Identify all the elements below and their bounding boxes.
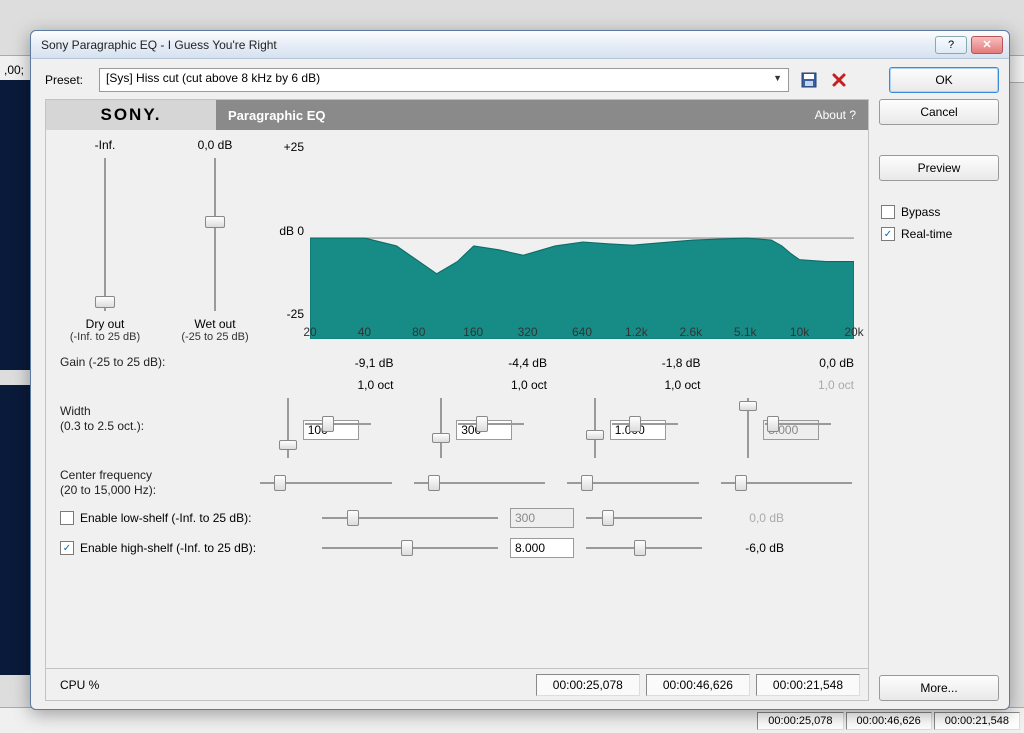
footer-time: 00:00:21,548 xyxy=(756,674,860,696)
graph-x-axis: 2040801603206401.2k2.6k5.1k10k20k xyxy=(310,325,854,343)
realtime-checkbox[interactable]: ✓ xyxy=(881,227,895,241)
bypass-checkbox[interactable] xyxy=(881,205,895,219)
realtime-row: ✓ Real-time xyxy=(879,227,999,241)
wet-out-range: (-25 to 25 dB) xyxy=(181,331,248,343)
center-freq-label: Center frequency (20 to 15,000 Hz): xyxy=(60,468,240,498)
slider-thumb[interactable] xyxy=(205,216,225,228)
help-button[interactable]: ? xyxy=(935,36,967,54)
preset-value: [Sys] Hiss cut (cut above 8 kHz by 6 dB) xyxy=(106,71,320,85)
bypass-label: Bypass xyxy=(901,205,940,219)
band2-center-freq-slider[interactable] xyxy=(412,475,548,491)
high-shelf-freq-input[interactable] xyxy=(510,538,574,558)
more-button[interactable]: More... xyxy=(879,675,999,701)
low-shelf-freq-slider[interactable] xyxy=(320,510,500,526)
brand-logo: SONY. xyxy=(46,100,216,130)
eq-curve-svg xyxy=(310,138,854,339)
wet-out-slider[interactable] xyxy=(205,154,225,315)
titlebar[interactable]: Sony Paragraphic EQ - I Guess You're Rig… xyxy=(31,31,1009,59)
bg-status-strip: 00:00:25,078 00:00:46,626 00:00:21,548 xyxy=(0,707,1024,733)
graph-y-axis: +25 dB 0 -25 xyxy=(272,138,310,343)
band3-controls: 1,0 oct xyxy=(565,378,701,460)
band3-center-freq-slider[interactable] xyxy=(565,475,701,491)
band1-controls: 1,0 oct xyxy=(258,378,394,460)
band1-gain-value: -9,1 dB xyxy=(258,356,394,370)
close-button[interactable]: ✕ xyxy=(971,36,1003,54)
cpu-label: CPU % xyxy=(54,678,530,692)
plugin-header: SONY. Paragraphic EQ About ? xyxy=(46,100,868,130)
footer-time: 00:00:46,626 xyxy=(646,674,750,696)
band3-gain-value: -1,8 dB xyxy=(565,356,701,370)
low-shelf-row: Enable low-shelf (-Inf. to 25 dB): 0,0 d… xyxy=(60,508,854,528)
delete-preset-icon[interactable] xyxy=(829,70,849,90)
width-label: Width (0.3 to 2.5 oct.): xyxy=(60,404,240,434)
realtime-label: Real-time xyxy=(901,227,952,241)
high-shelf-label: Enable high-shelf (-Inf. to 25 dB): xyxy=(80,541,256,555)
bg-status-time: 00:00:46,626 xyxy=(846,712,932,730)
bg-status-time: 00:00:21,548 xyxy=(934,712,1020,730)
band4-gain-slider[interactable] xyxy=(739,396,757,460)
panel-footer: CPU % 00:00:25,078 00:00:46,626 00:00:21… xyxy=(46,668,868,700)
save-preset-icon[interactable] xyxy=(799,70,819,90)
band3-gain-slider[interactable] xyxy=(586,396,604,460)
right-buttons: Cancel Preview Bypass ✓ Real-time More..… xyxy=(879,99,999,701)
dry-out-value: -Inf. xyxy=(95,138,116,152)
low-shelf-db-slider[interactable] xyxy=(584,510,704,526)
bg-status-time: 00:00:25,078 xyxy=(757,712,843,730)
footer-time: 00:00:25,078 xyxy=(536,674,640,696)
preset-label: Preset: xyxy=(45,73,89,87)
preset-dropdown[interactable]: [Sys] Hiss cut (cut above 8 kHz by 6 dB) xyxy=(99,68,789,92)
band4-center-freq-slider[interactable] xyxy=(719,475,855,491)
high-shelf-checkbox[interactable]: ✓ xyxy=(60,541,74,555)
dry-out-slider[interactable] xyxy=(95,154,115,315)
gain-label: Gain (-25 to 25 dB): xyxy=(60,355,240,370)
low-shelf-checkbox[interactable] xyxy=(60,511,74,525)
preview-button[interactable]: Preview xyxy=(879,155,999,181)
band2-gain-slider[interactable] xyxy=(432,396,450,460)
eq-dialog: Sony Paragraphic EQ - I Guess You're Rig… xyxy=(30,30,1010,710)
band2-gain-value: -4,4 dB xyxy=(412,356,548,370)
low-shelf-db-value: 0,0 dB xyxy=(714,511,784,525)
band4-gain-value: 0,0 dB xyxy=(719,356,855,370)
bypass-row: Bypass xyxy=(879,205,999,219)
plugin-name: Paragraphic EQ xyxy=(216,108,803,123)
wet-out-label: Wet out xyxy=(194,317,235,331)
band1-gain-slider[interactable] xyxy=(279,396,297,460)
wet-out-value: 0,0 dB xyxy=(198,138,233,152)
high-shelf-db-value: -6,0 dB xyxy=(714,541,784,555)
band2-controls: 1,0 oct xyxy=(412,378,548,460)
cancel-button[interactable]: Cancel xyxy=(879,99,999,125)
slider-thumb[interactable] xyxy=(95,296,115,308)
dry-out-label: Dry out xyxy=(86,317,125,331)
band1-center-freq-slider[interactable] xyxy=(258,475,394,491)
high-shelf-row: ✓ Enable high-shelf (-Inf. to 25 dB): -6… xyxy=(60,538,854,558)
window-title: Sony Paragraphic EQ - I Guess You're Rig… xyxy=(41,38,931,52)
low-shelf-freq-input[interactable] xyxy=(510,508,574,528)
wet-out-column: 0,0 dB Wet out (-25 to 25 dB) xyxy=(170,138,260,343)
about-link[interactable]: About ? xyxy=(803,108,868,122)
high-shelf-db-slider[interactable] xyxy=(584,540,704,556)
low-shelf-label: Enable low-shelf (-Inf. to 25 dB): xyxy=(80,511,251,525)
dry-out-column: -Inf. Dry out (-Inf. to 25 dB) xyxy=(60,138,150,343)
eq-panel: SONY. Paragraphic EQ About ? -Inf. Dry o… xyxy=(45,99,869,701)
band4-controls: 1,0 oct xyxy=(719,378,855,460)
dry-out-range: (-Inf. to 25 dB) xyxy=(70,331,140,343)
high-shelf-freq-slider[interactable] xyxy=(320,540,500,556)
eq-graph: +25 dB 0 -25 2040801603206401.2k xyxy=(272,138,854,343)
ok-button[interactable]: OK xyxy=(889,67,999,93)
